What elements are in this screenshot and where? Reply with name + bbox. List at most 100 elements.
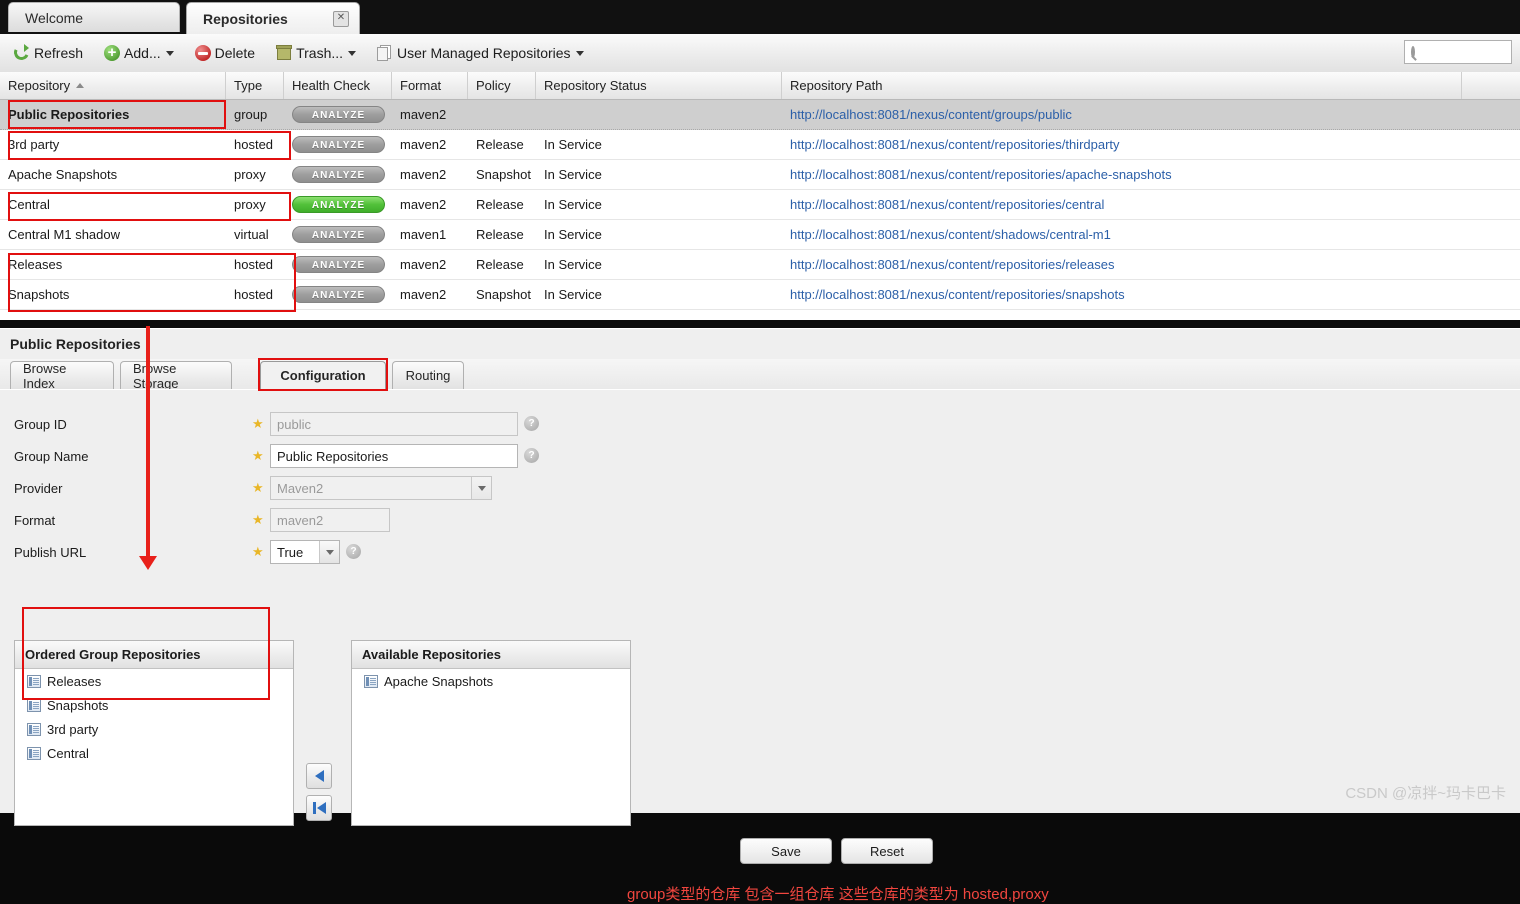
repository-path-link[interactable]: http://localhost:8081/nexus/content/repo… — [790, 287, 1125, 302]
close-icon[interactable]: ✕ — [333, 11, 349, 27]
available-repositories-panel: Available Repositories Apache Snapshots — [351, 640, 631, 826]
grid-column-header-label: Repository Path — [790, 78, 883, 93]
analyze-button[interactable]: ANALYZE — [292, 106, 385, 123]
cell-policy: Release — [476, 227, 524, 242]
chevron-down-icon[interactable] — [471, 477, 491, 499]
tab-repositories[interactable]: Repositories ✕ — [186, 2, 360, 34]
repository-path-link[interactable]: http://localhost:8081/nexus/content/shad… — [790, 227, 1111, 242]
cell-policy: Release — [476, 257, 524, 272]
search-box[interactable] — [1404, 40, 1520, 64]
reset-button[interactable]: Reset — [841, 838, 933, 864]
refresh-button[interactable]: Refresh — [6, 39, 90, 67]
analyze-button[interactable]: ANALYZE — [292, 256, 385, 273]
table-row[interactable]: Apache Snapshots proxy ANALYZE maven2 Snapsh… — [0, 160, 1520, 190]
grid-column-header[interactable]: Type — [226, 72, 284, 99]
table-row[interactable]: Snapshots hosted ANALYZE maven2 Snapshot In S… — [0, 280, 1520, 310]
refresh-icon — [13, 44, 31, 62]
form-field-label: Group Name — [14, 448, 89, 464]
help-icon[interactable]: ? — [524, 448, 539, 463]
add-button[interactable]: Add... — [96, 39, 181, 67]
help-icon[interactable]: ? — [524, 416, 539, 431]
tab-configuration[interactable]: Configuration — [260, 361, 386, 389]
cell-repository-type: group — [234, 107, 268, 122]
grid-column-header[interactable]: Repository Status — [536, 72, 782, 99]
analyze-button[interactable]: ANALYZE — [292, 226, 385, 243]
select-publish-url[interactable]: True — [270, 540, 340, 564]
cell-format: maven2 — [400, 137, 447, 152]
sort-ascending-icon — [76, 83, 85, 88]
add-button-label: Add... — [124, 45, 161, 61]
table-row[interactable]: Central proxy ANALYZE maven2 Release In Servi… — [0, 190, 1520, 220]
input-group-id — [270, 412, 518, 436]
cell-repository-type: hosted — [234, 287, 274, 302]
tab-browse-index[interactable]: Browse Index — [10, 360, 114, 391]
chevron-down-icon — [165, 50, 174, 56]
list-item[interactable]: Snapshots — [15, 693, 293, 717]
trash-button-label: Trash... — [296, 45, 344, 61]
table-row[interactable]: Central M1 shadow virtual ANALYZE maven1 Rel… — [0, 220, 1520, 250]
chevron-down-icon[interactable] — [319, 541, 339, 563]
cell-policy: Release — [476, 197, 524, 212]
move-all-left-button[interactable] — [306, 795, 332, 821]
table-row[interactable]: 3rd party hosted ANALYZE maven2 Release In Se… — [0, 130, 1520, 160]
ordered-group-list[interactable]: Releases Snapshots 3rd party Central — [15, 669, 293, 765]
analyze-button[interactable]: ANALYZE — [292, 286, 385, 303]
detail-tab-label: Browse Index — [23, 360, 67, 391]
detail-tab-label: Configuration — [280, 368, 366, 383]
repository-path-link[interactable]: http://localhost:8081/nexus/content/repo… — [790, 197, 1104, 212]
repository-path-link[interactable]: http://localhost:8081/nexus/content/repo… — [790, 257, 1114, 272]
grid-column-header[interactable]: Format — [392, 72, 468, 99]
list-item[interactable]: Releases — [15, 669, 293, 693]
list-item[interactable]: 3rd party — [15, 717, 293, 741]
required-star-icon: ★ — [252, 480, 264, 495]
trash-button[interactable]: Trash... — [268, 39, 363, 67]
table-row[interactable]: Releases hosted ANALYZE maven2 Release In Ser… — [0, 250, 1520, 280]
repository-path-link[interactable]: http://localhost:8081/nexus/content/repo… — [790, 137, 1120, 152]
analyze-button[interactable]: ANALYZE — [292, 166, 385, 183]
cell-policy: Release — [476, 137, 524, 152]
cell-health-check: ANALYZE — [284, 280, 392, 310]
save-button[interactable]: Save — [740, 838, 832, 864]
analyze-button[interactable]: ANALYZE — [292, 136, 385, 153]
cell-repository-status — [536, 100, 782, 130]
cell-repository-path: http://localhost:8081/nexus/content/repo… — [782, 190, 1462, 220]
cell-policy — [468, 100, 536, 130]
cell-repository-path: http://localhost:8081/nexus/content/grou… — [782, 100, 1462, 130]
main-toolbar: Refresh Add... Delete Trash... User Mana… — [0, 34, 1520, 73]
panel-splitter[interactable] — [0, 320, 1520, 328]
form-field-row: Group ID — [14, 408, 254, 440]
grid-column-header[interactable]: Repository — [0, 72, 226, 99]
user-managed-repositories-button[interactable]: User Managed Repositories — [369, 39, 591, 67]
analyze-button[interactable]: ANALYZE — [292, 196, 385, 213]
delete-button[interactable]: Delete — [187, 39, 262, 67]
cell-repository-type: hosted — [234, 137, 274, 152]
repository-icon — [364, 674, 378, 688]
list-item[interactable]: Central — [15, 741, 293, 765]
repository-path-link[interactable]: http://localhost:8081/nexus/content/grou… — [790, 107, 1072, 122]
table-row[interactable]: Public Repositories group ANALYZE maven2 htt… — [0, 100, 1520, 130]
chevron-down-icon — [575, 50, 584, 56]
cell-repository-name: Public Repositories — [8, 107, 130, 122]
add-icon — [103, 42, 121, 64]
move-left-button[interactable] — [306, 763, 332, 789]
search-input[interactable] — [1415, 44, 1520, 60]
cell-health-check: ANALYZE — [284, 220, 392, 250]
list-item-label: Central — [47, 745, 89, 761]
detail-tab-strip: Browse Index Browse Storage Configuration R… — [0, 359, 1520, 391]
grid-column-header[interactable]: Repository Path — [782, 72, 1462, 99]
grid-column-header[interactable]: Health Check — [284, 72, 392, 99]
cell-repository-path: http://localhost:8081/nexus/content/repo… — [782, 250, 1462, 280]
help-icon[interactable]: ? — [346, 544, 361, 559]
available-repositories-list[interactable]: Apache Snapshots — [352, 669, 630, 693]
cell-repository-path: http://localhost:8081/nexus/content/repo… — [782, 130, 1462, 160]
tab-repositories-label: Repositories — [203, 10, 288, 27]
search-icon — [1411, 46, 1415, 58]
list-item[interactable]: Apache Snapshots — [352, 669, 630, 693]
tab-routing[interactable]: Routing — [392, 361, 464, 389]
repository-path-link[interactable]: http://localhost:8081/nexus/content/repo… — [790, 167, 1172, 182]
grid-column-header[interactable]: Policy — [468, 72, 536, 99]
arrow-left-all-icon — [312, 802, 316, 814]
tab-welcome[interactable]: Welcome — [8, 2, 180, 32]
input-group-name[interactable] — [270, 444, 518, 468]
tab-browse-storage[interactable]: Browse Storage — [120, 361, 232, 391]
